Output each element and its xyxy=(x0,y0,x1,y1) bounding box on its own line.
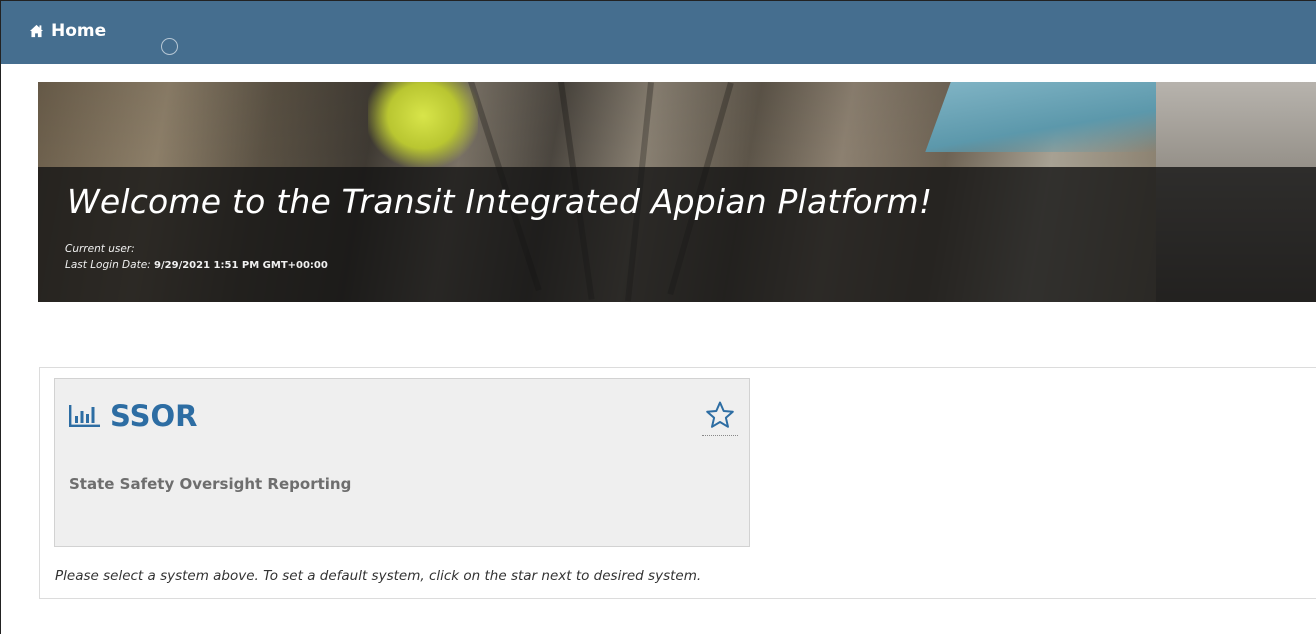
last-login-line: Last Login Date: 9/29/2021 1:51 PM GMT+0… xyxy=(65,259,328,271)
loading-indicator xyxy=(161,38,178,55)
last-login-value: 9/29/2021 1:51 PM GMT+00:00 xyxy=(154,260,328,271)
system-card-subtitle: State Safety Oversight Reporting xyxy=(69,475,352,493)
system-card-title-link[interactable]: SSOR xyxy=(68,399,197,433)
bar-chart-icon xyxy=(68,403,101,429)
home-link[interactable]: Home xyxy=(29,19,106,43)
last-login-label: Last Login Date: xyxy=(65,259,151,271)
home-label: Home xyxy=(51,21,107,41)
favorite-star-button[interactable] xyxy=(702,398,738,436)
select-system-hint: Please select a system above. To set a d… xyxy=(55,568,702,584)
top-nav-bar: Home xyxy=(1,1,1316,64)
banner-image-worker xyxy=(368,82,478,167)
home-icon xyxy=(29,24,44,38)
system-card-title: SSOR xyxy=(110,399,198,433)
star-outline-icon xyxy=(702,400,738,430)
welcome-banner: Welcome to the Transit Integrated Appian… xyxy=(38,82,1316,302)
current-user-label: Current user: xyxy=(65,243,135,255)
system-card-ssor[interactable]: SSOR State Safety Oversight Reporting xyxy=(54,378,750,547)
banner-image-platform xyxy=(925,82,1181,152)
welcome-heading: Welcome to the Transit Integrated Appian… xyxy=(67,182,933,221)
systems-panel: SSOR State Safety Oversight Reporting Pl… xyxy=(39,367,1316,599)
